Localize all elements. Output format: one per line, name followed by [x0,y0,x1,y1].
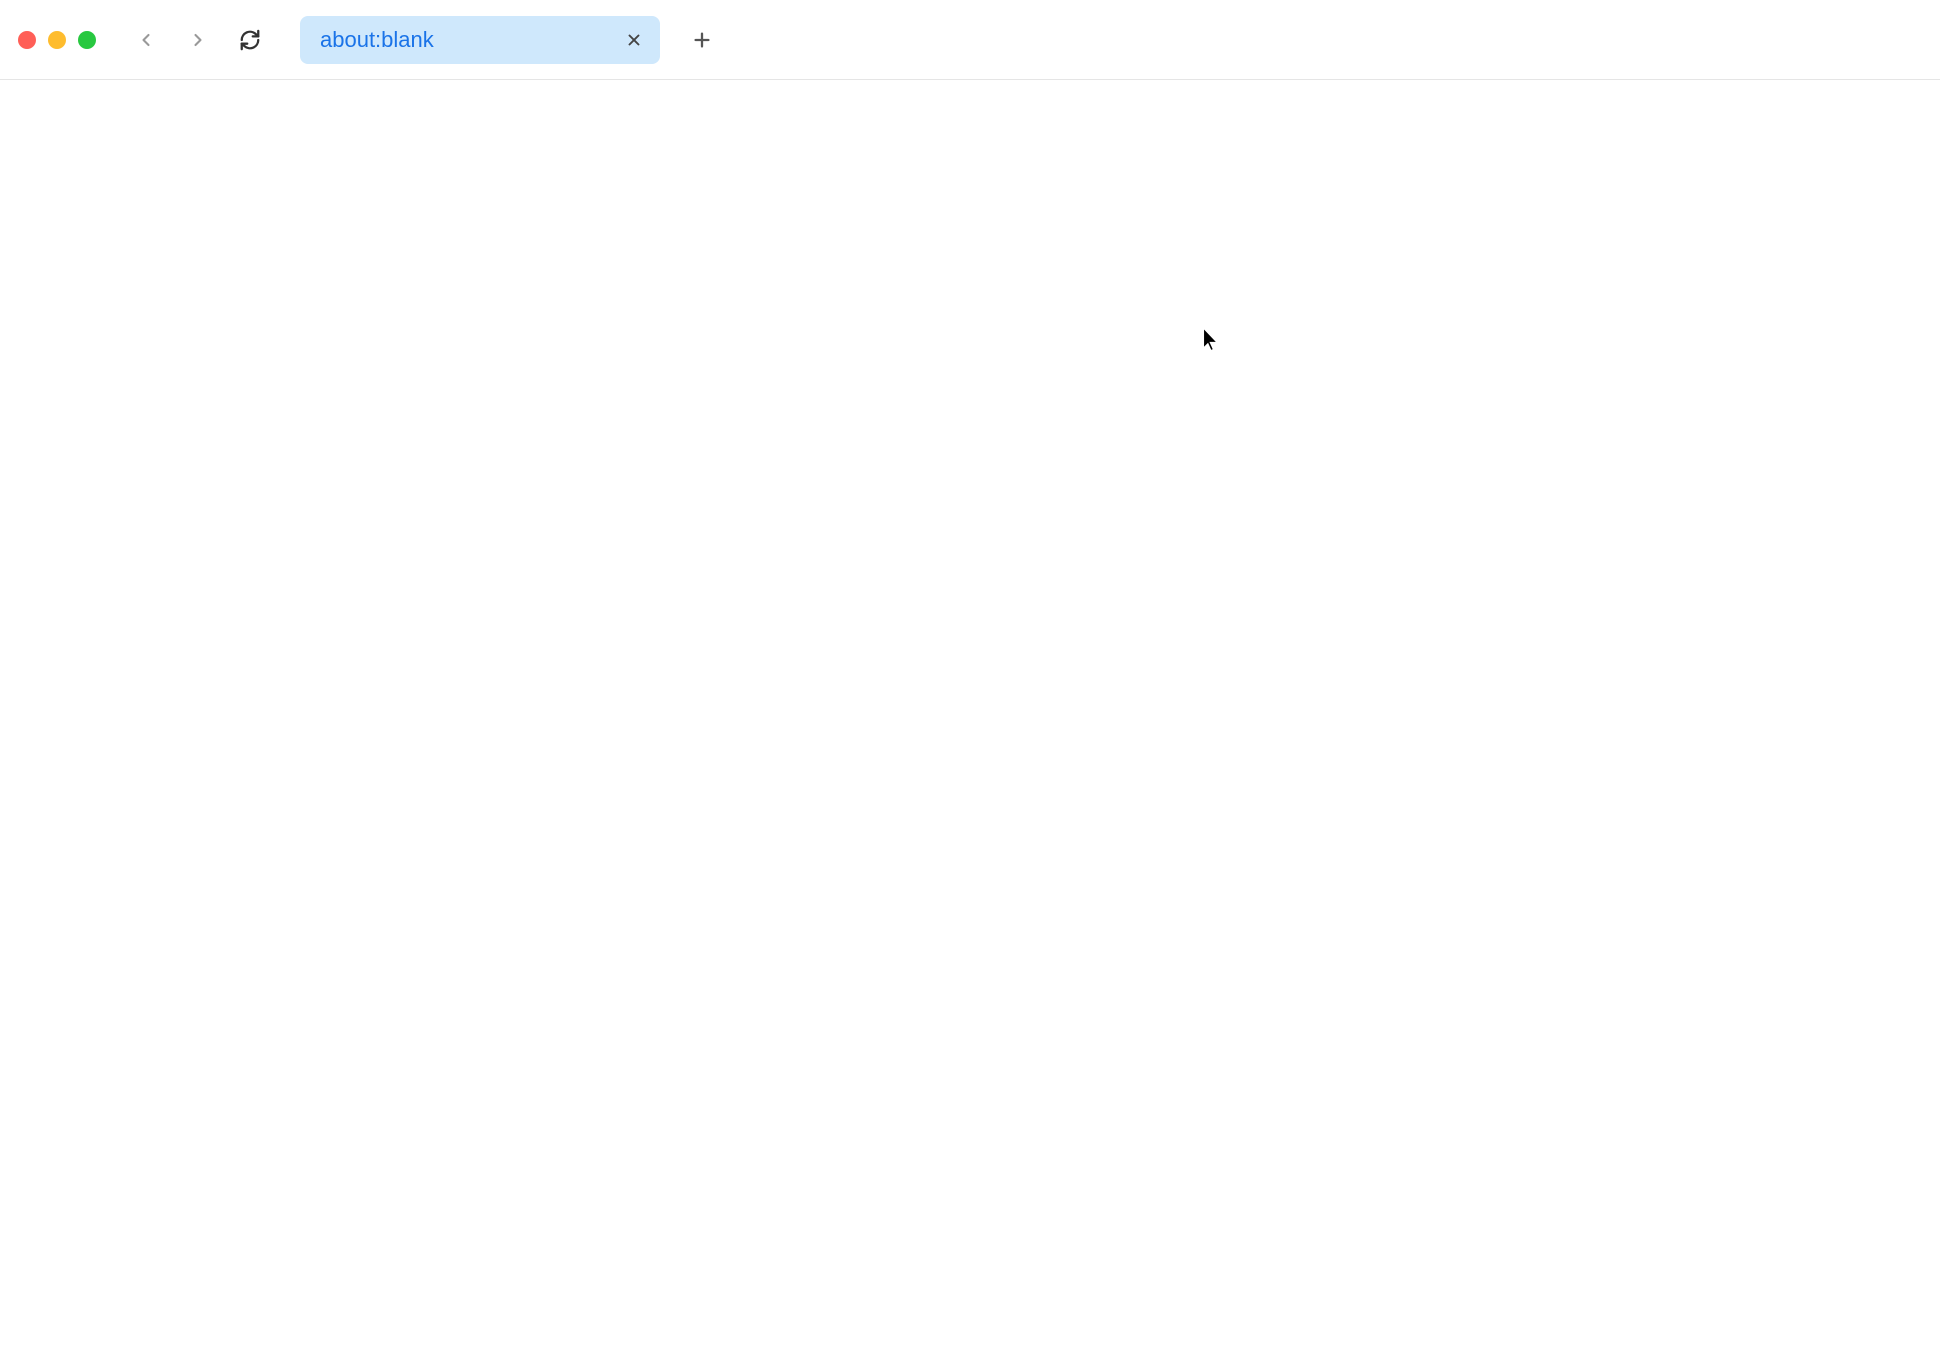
plus-icon [691,29,713,51]
reload-icon [239,29,261,51]
page-content [0,80,1940,1360]
mouse-cursor-icon [1202,328,1220,352]
tab-close-button[interactable] [622,28,646,52]
window-controls [18,31,96,49]
chevron-right-icon [188,30,208,50]
maximize-window-button[interactable] [78,31,96,49]
forward-button[interactable] [184,26,212,54]
reload-button[interactable] [236,26,264,54]
browser-tab[interactable]: about:blank [300,16,660,64]
minimize-window-button[interactable] [48,31,66,49]
close-icon [625,31,643,49]
close-window-button[interactable] [18,31,36,49]
navigation-controls [132,26,264,54]
chevron-left-icon [136,30,156,50]
browser-toolbar: about:blank [0,0,1940,80]
new-tab-button[interactable] [684,22,720,58]
back-button[interactable] [132,26,160,54]
tab-title: about:blank [320,27,614,53]
